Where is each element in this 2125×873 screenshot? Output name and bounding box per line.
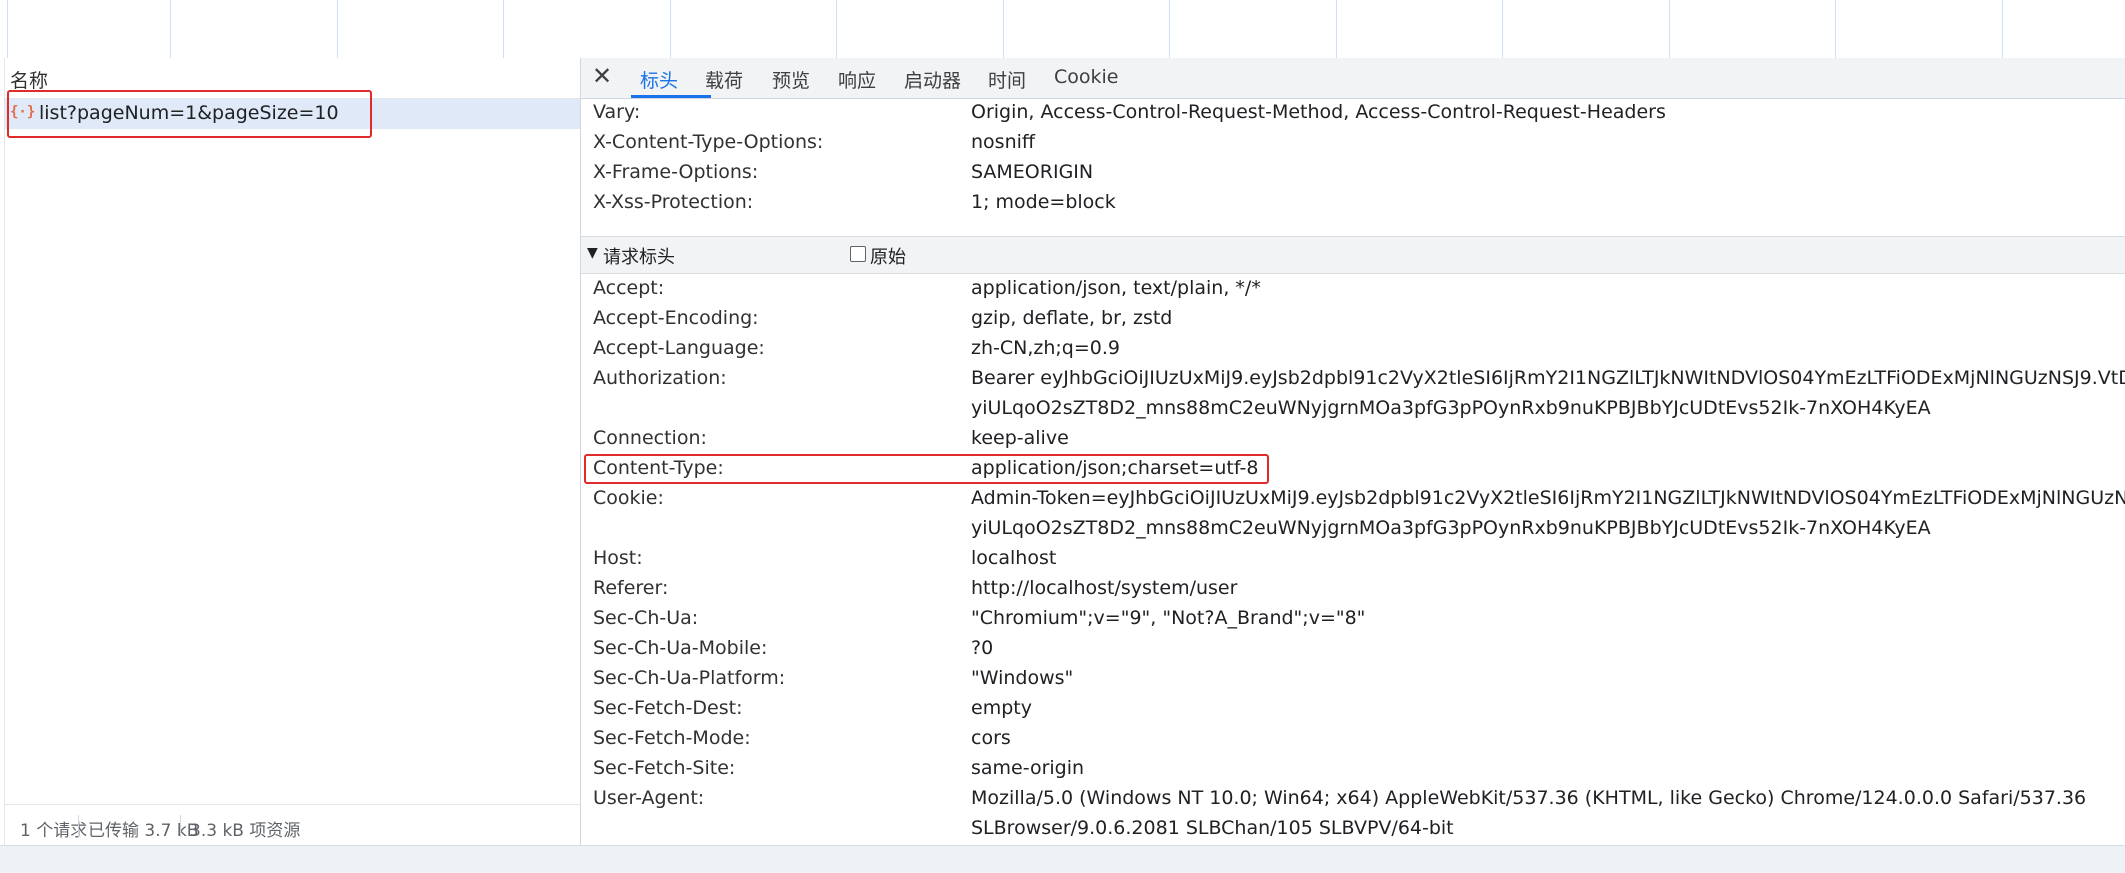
timeline-gridline [1835,0,1836,58]
header-name: Cookie: [593,487,664,509]
timeline-gridline [1003,0,1004,58]
header-value: application/json, text/plain, */* [971,277,1261,299]
network-status-bar: 1 个请求 已传输 3.7 kB 3.3 kB 项资源 [5,804,580,846]
header-value: http://localhost/system/user [971,577,1238,599]
header-name: User-Agent: [593,787,705,809]
request-headers-section[interactable]: ▼ 请求标头 原始 [581,236,2125,274]
header-value: Mozilla/5.0 (Windows NT 10.0; Win64; x64… [971,787,2087,809]
header-value-continued: yiULqoO2sZT8D2_mns88mC2euWNyjgrnMOa3pfG3… [971,397,1931,419]
header-value: "Windows" [971,667,1074,689]
header-value: "Chromium";v="9", "Not?A_Brand";v="8" [971,607,1366,629]
close-icon[interactable]: ✕ [592,62,612,90]
header-name: Sec-Ch-Ua: [593,607,699,629]
active-tab-indicator [631,95,711,98]
header-value-continued: SLBrowser/9.0.6.2081 SLBChan/105 SLBVPV/… [971,817,1454,839]
tab-cookies[interactable]: Cookie [1054,66,1119,88]
timeline-gridline [7,0,8,58]
tab-response[interactable]: 响应 [838,66,876,93]
header-value: Admin-Token=eyJhbGciOiJIUzUxMiJ9.eyJsb2d… [971,487,2125,509]
header-value: nosniff [971,131,1035,153]
header-value: gzip, deflate, br, zstd [971,307,1173,329]
resources-size: 3.3 kB 项资源 [190,821,301,841]
annotation-highlight-box [7,90,372,138]
timeline-gridline [2002,0,2003,58]
status-separator [180,815,181,837]
request-list-panel: 名称 {·} list?pageNum=1&pageSize=10 1 个请求 … [0,58,581,846]
header-name: Accept-Language: [593,337,765,359]
timeline-gridline [1669,0,1670,58]
header-value: cors [971,727,1011,749]
header-value: localhost [971,547,1057,569]
raw-checkbox[interactable] [850,246,866,262]
header-name: Connection: [593,427,707,449]
header-value: SAMEORIGIN [971,161,1094,183]
bottom-drawer-strip [0,845,2125,873]
annotation-highlight-box [584,454,1269,484]
timeline-gridline [1336,0,1337,58]
tab-timing[interactable]: 时间 [988,66,1026,93]
header-name: Sec-Fetch-Mode: [593,727,751,749]
header-name: X-Xss-Protection: [593,191,754,213]
header-name: Accept-Encoding: [593,307,759,329]
transferred-size: 已传输 3.7 kB [88,821,199,841]
tab-preview[interactable]: 预览 [772,66,810,93]
timeline-gridline [1169,0,1170,58]
details-tab-bar: ✕ 标头 载荷 预览 响应 启动器 时间 Cookie [581,58,2125,99]
header-name: Vary: [593,101,641,123]
header-value: Bearer eyJhbGciOiJIUzUxMiJ9.eyJsb2dpbl91… [971,367,2125,389]
tab-headers[interactable]: 标头 [640,66,678,93]
request-details-panel: ✕ 标头 载荷 预览 响应 启动器 时间 Cookie Vary: Origin… [581,58,2125,845]
timeline-gridline [836,0,837,58]
name-column-header[interactable]: 名称 [10,66,48,93]
tab-payload[interactable]: 载荷 [705,66,743,93]
header-value: keep-alive [971,427,1069,449]
header-value: same-origin [971,757,1085,779]
timeline-gridline [170,0,171,58]
timeline-gridline [337,0,338,58]
header-name: Sec-Fetch-Dest: [593,697,743,719]
timeline-gridline [503,0,504,58]
timeline-gridline [670,0,671,58]
expand-arrow-icon[interactable]: ▼ [587,245,598,261]
header-name: Accept: [593,277,665,299]
header-name: Authorization: [593,367,727,389]
raw-checkbox-label[interactable]: 原始 [870,243,906,269]
network-timeline[interactable] [0,0,2125,59]
header-name: Referer: [593,577,669,599]
header-value: empty [971,697,1032,719]
tab-initiator[interactable]: 启动器 [904,66,961,93]
header-value: ?0 [971,637,994,659]
timeline-gridline [1502,0,1503,58]
header-value-continued: yiULqoO2sZT8D2_mns88mC2euWNyjgrnMOa3pfG3… [971,517,1931,539]
status-separator [78,815,79,837]
header-value: 1; mode=block [971,191,1116,213]
section-title[interactable]: 请求标头 [603,243,675,269]
header-value: zh-CN,zh;q=0.9 [971,337,1121,359]
header-value: Origin, Access-Control-Request-Method, A… [971,101,1666,123]
header-name: Sec-Ch-Ua-Platform: [593,667,786,689]
panel-edge [4,58,5,845]
header-name: X-Frame-Options: [593,161,759,183]
header-name: Sec-Ch-Ua-Mobile: [593,637,768,659]
header-name: X-Content-Type-Options: [593,131,824,153]
header-name: Sec-Fetch-Site: [593,757,736,779]
header-name: Host: [593,547,643,569]
